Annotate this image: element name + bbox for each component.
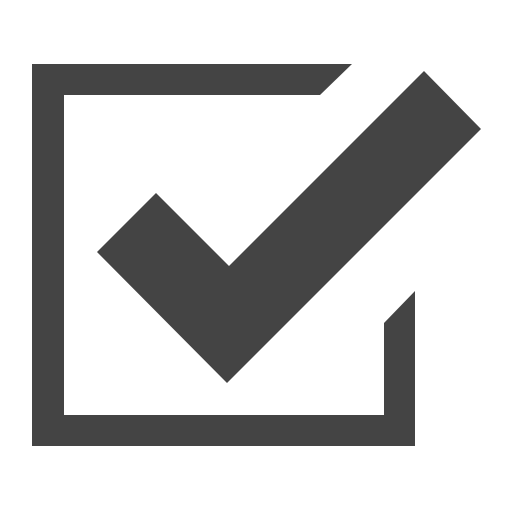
checked-checkbox-icon bbox=[32, 64, 481, 446]
checkmark-icon bbox=[97, 71, 481, 383]
checkbox-frame bbox=[32, 64, 415, 446]
checkbox-checked-icon-container bbox=[0, 0, 512, 512]
